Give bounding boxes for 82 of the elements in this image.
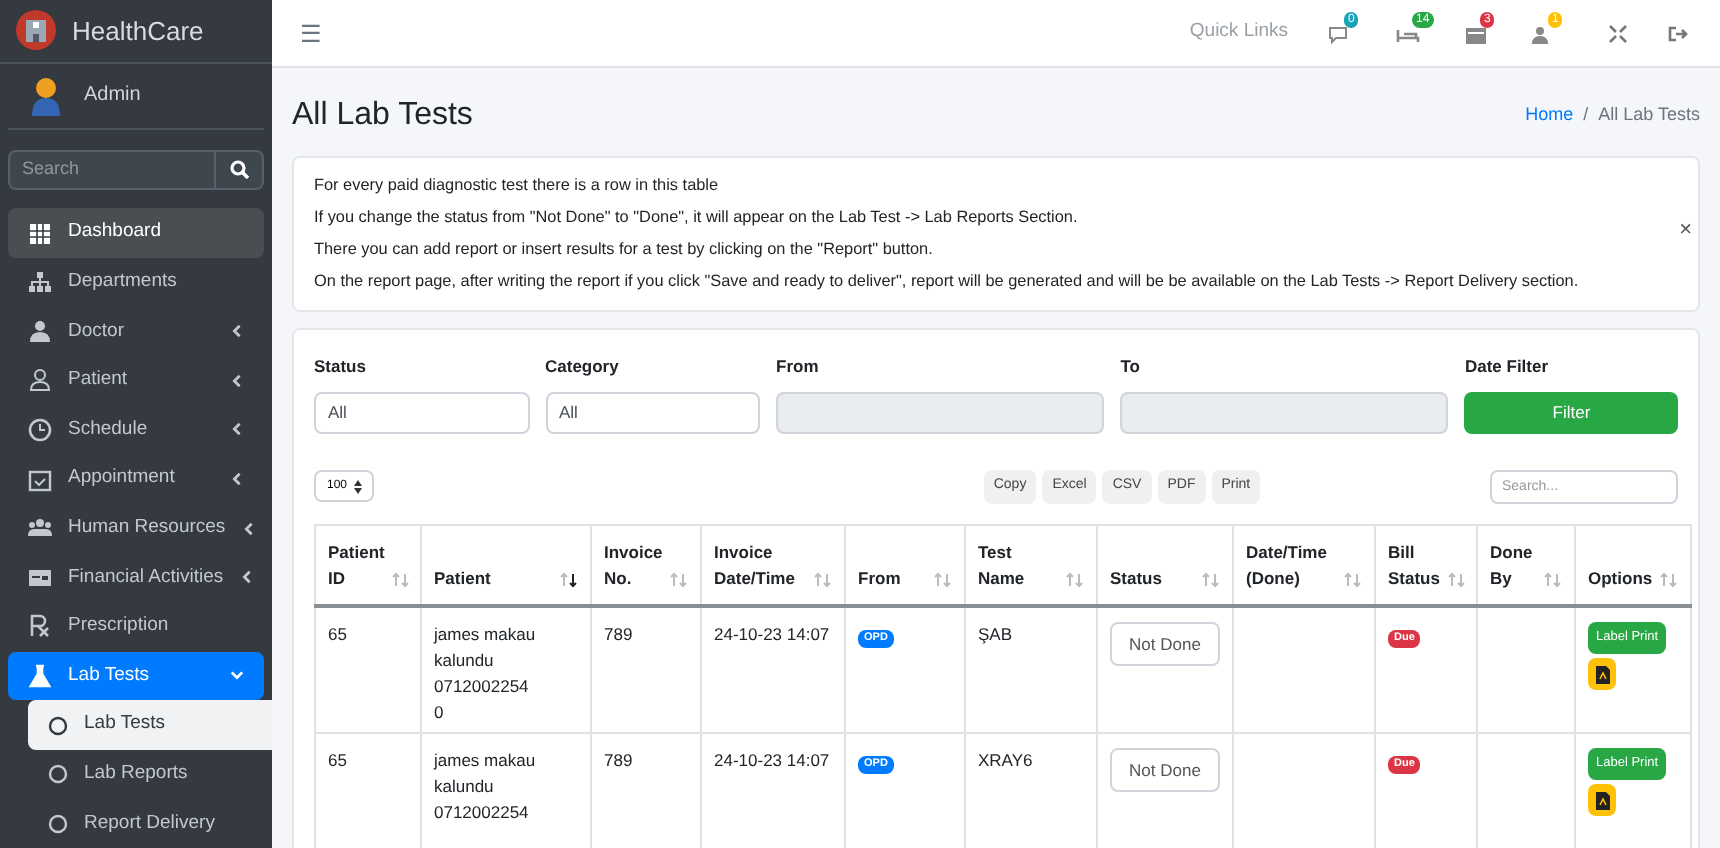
select-field[interactable]: All xyxy=(545,391,760,434)
select-field[interactable]: All xyxy=(314,391,529,434)
column-header[interactable]: From xyxy=(858,566,901,593)
status-select[interactable]: Not Done xyxy=(1110,622,1220,667)
date-field[interactable] xyxy=(776,391,1105,434)
info-text: For every paid diagnostic test there is a row in this table xyxy=(314,174,721,198)
table-cell-text: kalundu xyxy=(434,648,496,675)
field-label: Date Filter xyxy=(1464,354,1551,380)
person-icon xyxy=(28,368,52,393)
hospital-logo-icon xyxy=(16,10,56,51)
column-header[interactable]: Patient xyxy=(434,566,491,593)
info-text: There you can add report or insert results for a test by clicking on the "Report" button. xyxy=(314,238,935,262)
sitemap-icon xyxy=(28,270,52,295)
table-cell-text: kalundu xyxy=(434,774,496,801)
table-cell: 789 xyxy=(604,750,633,771)
table-cell: 24-10-23 14:07 xyxy=(714,624,830,645)
date-field[interactable] xyxy=(1120,391,1449,434)
sidebar-item[interactable]: Departments xyxy=(8,257,264,307)
breadcrumb-current: All Lab Tests xyxy=(1598,102,1700,129)
pdf-file-icon xyxy=(1595,665,1609,684)
grid-icon xyxy=(28,221,52,246)
chat-icon xyxy=(1328,23,1352,47)
table-cell-text: 0 xyxy=(434,700,446,727)
breadcrumb-link[interactable]: Home xyxy=(1525,102,1574,130)
close-button[interactable]: × xyxy=(1679,214,1692,247)
table-cell: ŞAB xyxy=(978,624,1013,645)
expand-icon xyxy=(1608,23,1628,43)
info-text: If you change the status from "Not Done" to "Done", it will appear on the Lab Test -> Lab Reports Section. xyxy=(314,206,1080,230)
field-label: From xyxy=(776,354,821,380)
table-cell-text: 0712002254 xyxy=(434,674,531,701)
table-cell: 789 xyxy=(604,624,633,645)
user-name: Admin xyxy=(84,82,141,111)
brand-name: HealthCare xyxy=(72,13,204,50)
sidebar-item[interactable]: Schedule xyxy=(8,405,264,455)
sidebar-item[interactable]: Appointment xyxy=(8,454,264,504)
sidebar-item[interactable]: Lab Tests xyxy=(8,651,264,701)
circle-icon xyxy=(48,715,68,736)
table-cell: 24-10-23 14:07 xyxy=(714,750,830,771)
logout-icon xyxy=(1668,23,1688,43)
table-cell: 65 xyxy=(328,624,347,645)
table-cell-text: james makau xyxy=(434,622,538,649)
field-label: Status xyxy=(314,354,368,380)
sort-caret-icon xyxy=(353,479,361,494)
sidebar-item[interactable]: Dashboard xyxy=(8,208,264,258)
breadcrumb-separator: / xyxy=(1583,102,1589,129)
search-icon xyxy=(229,160,249,181)
table-cell: 65 xyxy=(328,750,347,771)
sidebar-item[interactable]: Doctor xyxy=(8,306,264,357)
field-label: To xyxy=(1120,354,1142,380)
pdf-button[interactable] xyxy=(1588,784,1616,817)
info-text: On the report page, after writing the report if you click "Save and ready to deliver", report will be generated and will be be available on the Lab Tests -> Report Delivery section. xyxy=(314,270,1581,294)
sidebar-search-field[interactable]: Search xyxy=(8,149,216,191)
flask-icon xyxy=(28,663,52,688)
calendar-check-icon xyxy=(28,467,52,492)
table-cell-text: james makau xyxy=(434,748,538,775)
doctor-icon xyxy=(28,319,52,344)
card-icon xyxy=(28,565,52,590)
circle-icon xyxy=(48,764,68,785)
page-title: All Lab Tests xyxy=(292,96,473,136)
sidebar-item[interactable]: Financial Activities xyxy=(8,552,264,603)
status-select[interactable]: Not Done xyxy=(1110,748,1220,793)
circle-icon xyxy=(48,813,68,834)
column-header[interactable]: Status xyxy=(1110,566,1162,593)
clock-icon xyxy=(28,417,52,442)
sidebar-subitem[interactable]: Lab Tests xyxy=(28,700,272,750)
sidebar-item[interactable]: Human Resources xyxy=(8,503,264,553)
card-icon xyxy=(1464,23,1488,47)
pdf-button[interactable] xyxy=(1588,658,1616,691)
sidebar-item[interactable]: Prescription xyxy=(8,602,264,652)
pdf-file-icon xyxy=(1595,791,1609,810)
table-cell: XRAY6 xyxy=(978,750,1033,771)
sidebar-subitem[interactable]: Lab Reports xyxy=(28,749,272,799)
sidebar-subitem[interactable]: Report Delivery xyxy=(28,798,272,848)
people-icon xyxy=(28,516,52,541)
user-avatar-icon xyxy=(32,75,60,116)
field-label: Category xyxy=(545,354,621,380)
table-cell-text: 0712002254 xyxy=(434,800,531,827)
menu-button[interactable]: ☰ xyxy=(300,15,322,51)
search-button[interactable] xyxy=(216,149,264,191)
column-header[interactable]: Options xyxy=(1588,566,1653,593)
sidebar-item[interactable]: Patient xyxy=(8,356,264,406)
prescription-icon xyxy=(28,614,52,639)
